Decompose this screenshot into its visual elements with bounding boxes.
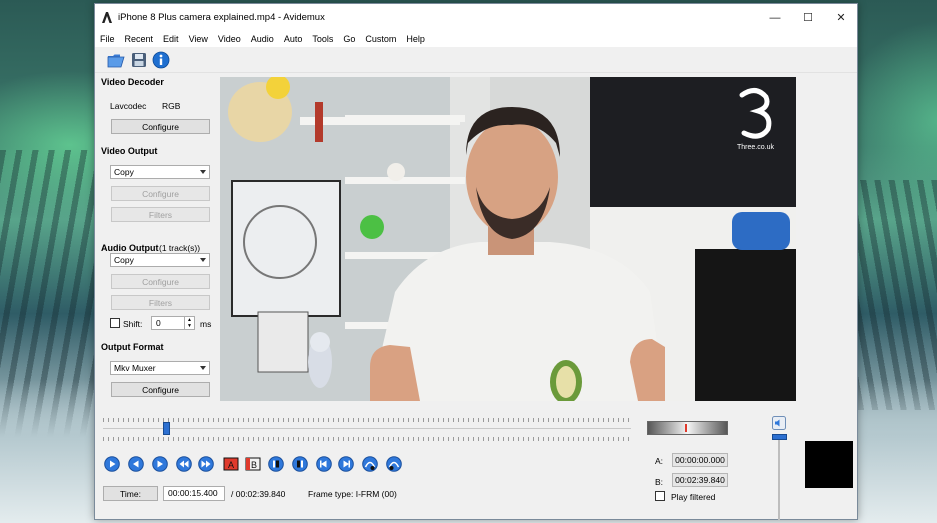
svg-text:A: A	[228, 460, 234, 470]
audio-output-select[interactable]: Copy	[110, 253, 210, 267]
mini-preview	[805, 441, 853, 488]
menu-view[interactable]: View	[184, 31, 213, 47]
set-marker-b-icon[interactable]: B	[245, 456, 261, 472]
menu-bar: File Recent Edit View Video Audio Auto T…	[95, 31, 857, 47]
shift-value: 0	[156, 318, 161, 328]
volume-track[interactable]	[778, 440, 780, 520]
chevron-down-icon	[200, 170, 206, 174]
format-configure-button[interactable]: Configure	[111, 382, 210, 397]
video-output-heading: Video Output	[101, 146, 158, 156]
volume-speaker-icon[interactable]	[772, 416, 786, 430]
play-filtered-checkbox[interactable]	[655, 491, 665, 501]
play-button-icon[interactable]	[104, 456, 120, 472]
ab-selection-bar	[647, 421, 728, 435]
chevron-down-icon	[200, 366, 206, 370]
goto-marker-b-icon[interactable]	[338, 456, 354, 472]
spin-arrows-icon[interactable]: ▲ ▼	[184, 317, 194, 329]
marker-b-time: 00:02:39.840	[672, 473, 728, 487]
shift-unit: ms	[200, 319, 212, 329]
current-time-field[interactable]: 00:00:15.400	[163, 486, 225, 501]
window-title: iPhone 8 Plus camera explained.mp4 - Avi…	[118, 12, 325, 23]
audio-output-heading: Audio Output	[101, 243, 159, 253]
open-icon[interactable]	[107, 51, 125, 69]
decoder-configure-button[interactable]: Configure	[111, 119, 210, 134]
total-duration: / 00:02:39.840	[231, 489, 286, 499]
timeline-thumb[interactable]	[163, 422, 171, 435]
decoder-format: RGB	[162, 101, 181, 111]
menu-file[interactable]: File	[95, 31, 120, 47]
volume-thumb[interactable]	[772, 434, 787, 440]
marker-a-label: A:	[655, 456, 664, 466]
video-output-value: Copy	[114, 167, 134, 177]
toolbar	[95, 47, 857, 73]
svg-text:B: B	[251, 460, 257, 470]
play-filtered-label: Play filtered	[671, 492, 716, 502]
close-button[interactable]: ✕	[824, 4, 858, 31]
audio-configure-button[interactable]: Configure	[111, 274, 210, 289]
output-format-heading: Output Format	[101, 342, 164, 352]
avidemux-window: iPhone 8 Plus camera explained.mp4 - Avi…	[94, 3, 858, 520]
menu-video[interactable]: Video	[213, 31, 246, 47]
prev-cut-icon[interactable]	[268, 456, 284, 472]
audio-track-count: (1 track(s))	[159, 243, 201, 253]
chevron-down-icon	[200, 258, 206, 262]
video-output-select[interactable]: Copy	[110, 165, 210, 179]
prev-keyframe-icon[interactable]	[176, 456, 192, 472]
menu-go[interactable]: Go	[338, 31, 360, 47]
output-format-value: Mkv Muxer	[114, 363, 156, 373]
shift-value-input[interactable]: 0 ▲ ▼	[151, 316, 195, 330]
title-bar[interactable]: iPhone 8 Plus camera explained.mp4 - Avi…	[95, 4, 857, 31]
set-marker-a-icon[interactable]: A	[223, 456, 239, 472]
audio-filters-button[interactable]: Filters	[111, 295, 210, 310]
marker-a-time: 00:00:00.000	[672, 453, 728, 467]
forest-right	[858, 180, 937, 410]
frame-type: Frame type: I-FRM (00)	[308, 489, 397, 499]
menu-edit[interactable]: Edit	[158, 31, 184, 47]
goto-end-icon[interactable]	[386, 456, 402, 472]
video-filters-button[interactable]: Filters	[111, 207, 210, 222]
minimize-button[interactable]: —	[758, 4, 792, 31]
decoder-codec: Lavcodec	[110, 101, 147, 111]
timeline-track[interactable]	[103, 428, 631, 429]
three-logo-icon	[739, 88, 772, 139]
output-format-select[interactable]: Mkv Muxer	[110, 361, 210, 375]
shift-label: Shift:	[123, 319, 143, 329]
info-icon[interactable]	[152, 51, 170, 69]
audio-output-value: Copy	[114, 255, 134, 265]
menu-custom[interactable]: Custom	[360, 31, 401, 47]
forward-button-icon[interactable]	[152, 456, 168, 472]
video-frame	[220, 77, 796, 401]
marker-b-label: B:	[655, 477, 664, 487]
rewind-button-icon[interactable]	[128, 456, 144, 472]
menu-recent[interactable]: Recent	[120, 31, 159, 47]
video-preview[interactable]: Three.co.uk	[220, 77, 796, 401]
avidemux-app-icon	[102, 12, 112, 23]
menu-auto[interactable]: Auto	[279, 31, 308, 47]
maximize-button[interactable]: ☐	[791, 4, 825, 31]
timeline-ticks-top	[103, 418, 631, 422]
video-decoder-heading: Video Decoder	[101, 77, 164, 87]
goto-start-icon[interactable]	[362, 456, 378, 472]
menu-audio[interactable]: Audio	[246, 31, 279, 47]
time-button[interactable]: Time:	[103, 486, 158, 501]
three-logo-text: Three.co.uk	[737, 144, 774, 151]
menu-tools[interactable]: Tools	[307, 31, 338, 47]
menu-help[interactable]: Help	[401, 31, 430, 47]
next-cut-icon[interactable]	[292, 456, 308, 472]
shift-checkbox[interactable]	[110, 318, 120, 328]
save-icon[interactable]	[130, 51, 148, 69]
next-keyframe-icon[interactable]	[198, 456, 214, 472]
goto-marker-a-icon[interactable]	[316, 456, 332, 472]
video-configure-button[interactable]: Configure	[111, 186, 210, 201]
timeline-ticks-bottom	[103, 437, 631, 441]
